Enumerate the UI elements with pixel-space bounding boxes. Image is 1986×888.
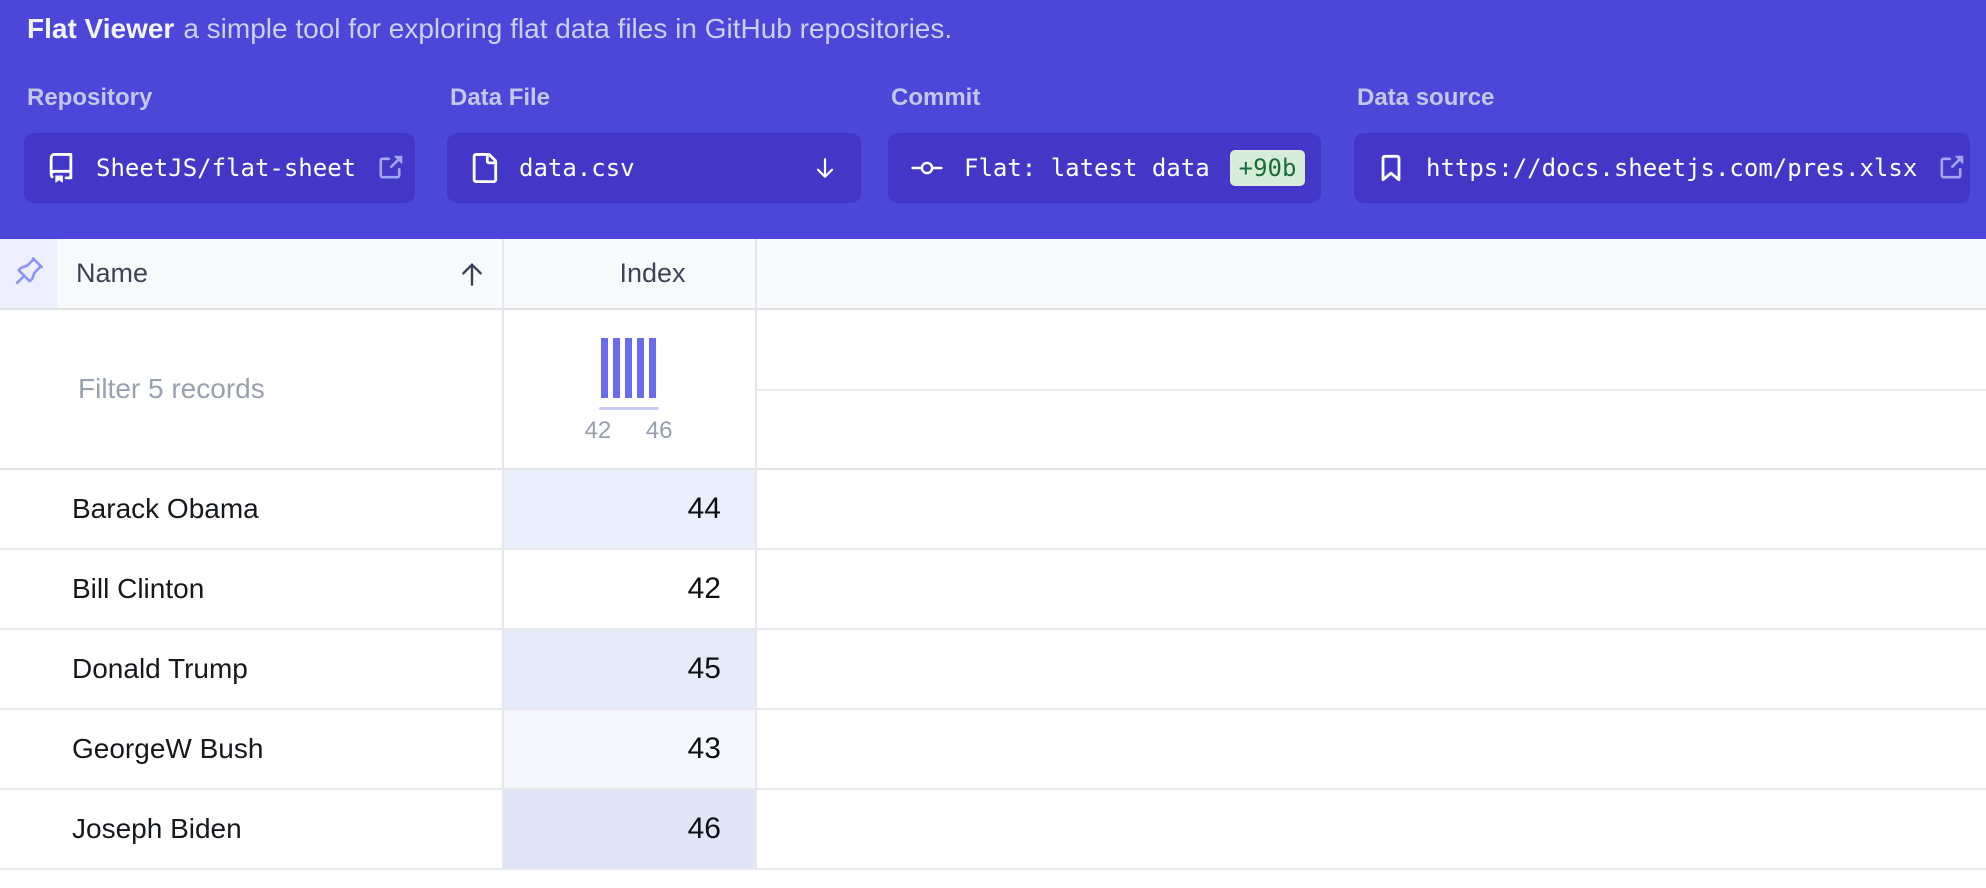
- column-divider: [502, 239, 504, 870]
- commit-diff-badge: +90b: [1230, 150, 1306, 187]
- commit-value: Flat: latest data: [964, 154, 1210, 182]
- index-cell: 44: [502, 470, 755, 548]
- index-cell: 43: [502, 710, 755, 788]
- control-data-file: Data File data.csv: [447, 84, 550, 112]
- control-repository: Repository SheetJS/flat-sheet: [24, 84, 152, 112]
- data-grid: Name Index 42 46 Barack Obama44Bill Clin…: [0, 239, 1986, 870]
- histogram-bar: [637, 338, 644, 398]
- app-title-bold: Flat Viewer: [27, 13, 174, 44]
- down-arrow-icon: [811, 154, 839, 182]
- commit-label: Commit: [891, 84, 980, 112]
- histogram-bar: [649, 338, 656, 398]
- name-cell: Barack Obama: [0, 470, 500, 548]
- grid-header-row: Name Index: [0, 239, 1986, 310]
- filter-input[interactable]: [0, 310, 500, 468]
- data-file-select[interactable]: data.csv: [447, 133, 861, 203]
- column-divider: [755, 239, 757, 870]
- commit-select[interactable]: Flat: latest data +90b: [888, 133, 1321, 203]
- flat-viewer-app: Flat Viewer a simple tool for exploring f…: [0, 0, 1986, 888]
- pin-column-button[interactable]: [0, 239, 57, 308]
- data-file-label: Data File: [450, 84, 550, 112]
- data-source-value: https://docs.sheetjs.com/pres.xlsx: [1426, 154, 1917, 182]
- grid-rows: Barack Obama44Bill Clinton42Donald Trump…: [0, 470, 1986, 870]
- control-commit: Commit Flat: latest data +90b: [888, 84, 980, 112]
- index-histogram[interactable]: 42 46: [502, 310, 755, 468]
- index-cell: 45: [502, 630, 755, 708]
- app-title: Flat Viewer a simple tool for exploring f…: [27, 13, 952, 45]
- name-cell: Bill Clinton: [0, 550, 500, 628]
- data-source-link[interactable]: https://docs.sheetjs.com/pres.xlsx: [1354, 133, 1970, 203]
- histogram-max-label: 46: [646, 417, 673, 445]
- file-icon: [469, 153, 499, 183]
- table-row: Bill Clinton42: [0, 550, 1986, 630]
- index-cell: 42: [502, 550, 755, 628]
- row-divider: [755, 389, 1986, 391]
- top-banner: Flat Viewer a simple tool for exploring f…: [0, 0, 1986, 239]
- histogram-bar: [625, 338, 632, 398]
- histogram-min-label: 42: [585, 417, 612, 445]
- pin-icon: [10, 252, 48, 295]
- table-row: Joseph Biden46: [0, 790, 1986, 870]
- repository-button[interactable]: SheetJS/flat-sheet: [24, 133, 415, 203]
- data-source-label: Data source: [1357, 84, 1494, 112]
- external-link-icon: [376, 154, 404, 182]
- histogram-bar: [613, 338, 620, 398]
- table-row: Barack Obama44: [0, 470, 1986, 550]
- git-commit-icon: [910, 151, 944, 185]
- external-link-icon: [1937, 154, 1965, 182]
- filter-row: 42 46: [0, 310, 1986, 470]
- table-row: GeorgeW Bush43: [0, 710, 1986, 790]
- name-cell: Joseph Biden: [0, 790, 500, 868]
- column-header-index[interactable]: Index: [526, 239, 779, 308]
- app-subtitle: a simple tool for exploring flat data fi…: [183, 13, 952, 44]
- name-cell: Donald Trump: [0, 630, 500, 708]
- histogram-range-labels: 42 46: [585, 417, 673, 445]
- histogram-bars: [601, 338, 656, 398]
- table-row: Donald Trump45: [0, 630, 1986, 710]
- name-cell: GeorgeW Bush: [0, 710, 500, 788]
- histogram-bar: [601, 338, 608, 398]
- repository-value: SheetJS/flat-sheet: [96, 154, 356, 182]
- repository-label: Repository: [27, 84, 152, 112]
- bookmark-icon: [1376, 153, 1406, 183]
- index-cell: 46: [502, 790, 755, 868]
- control-data-source: Data source https://docs.sheetjs.com/pre…: [1354, 84, 1494, 112]
- repo-book-icon: [46, 153, 76, 183]
- histogram-axis: [599, 407, 659, 410]
- data-file-value: data.csv: [519, 154, 635, 182]
- sort-ascending-icon: [455, 239, 489, 308]
- column-header-name[interactable]: Name: [76, 239, 148, 308]
